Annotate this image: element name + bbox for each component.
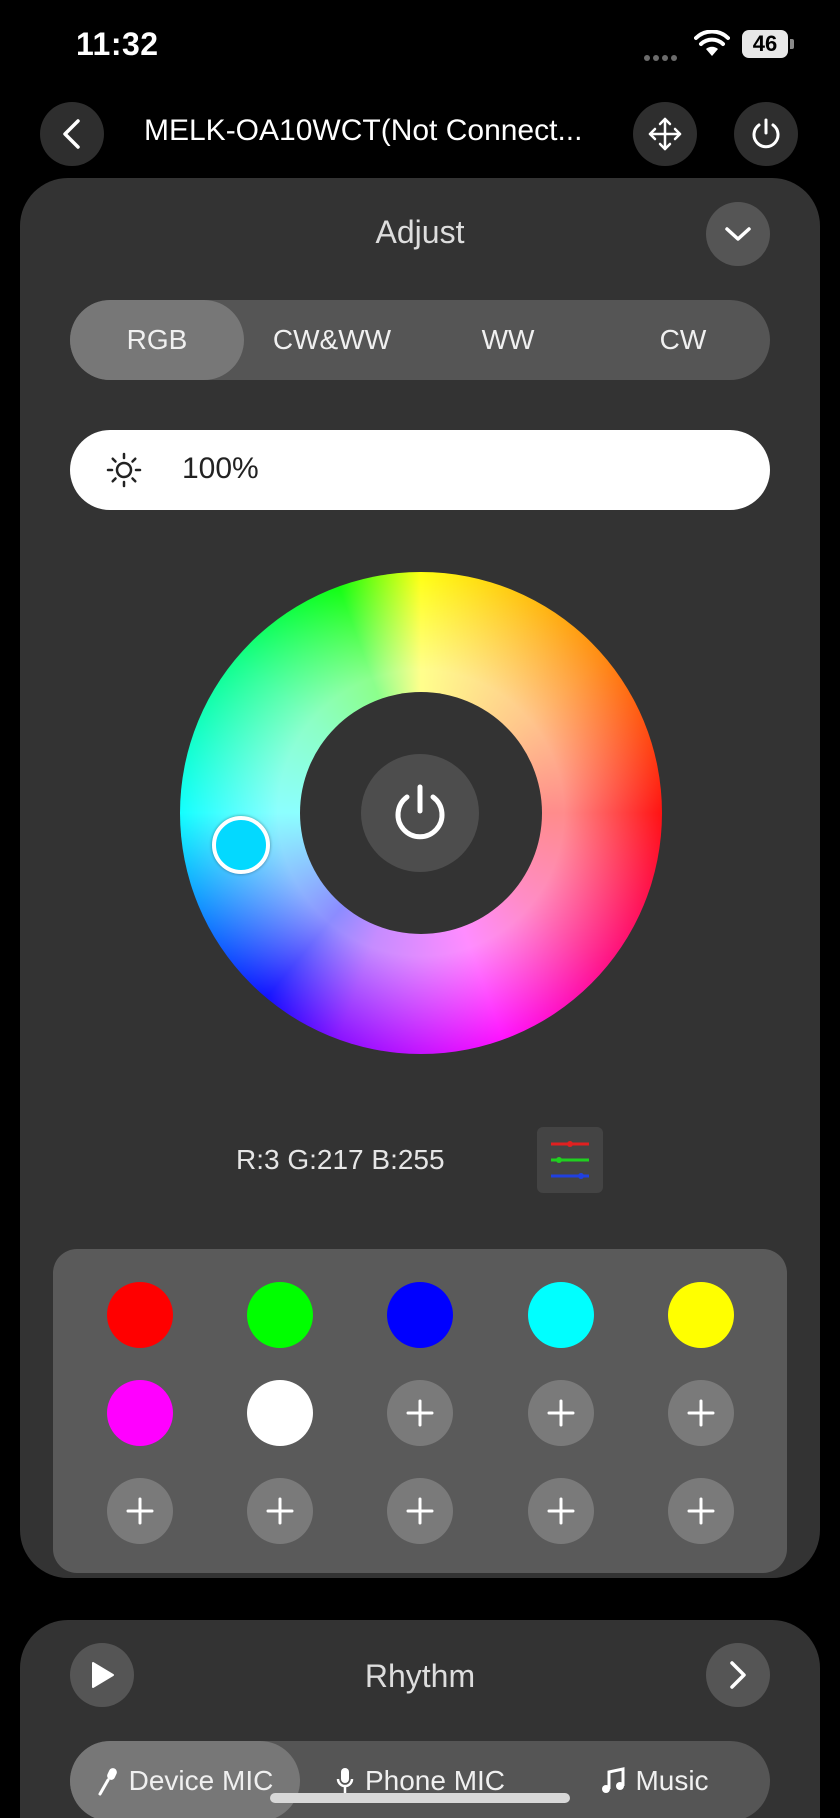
brightness-slider[interactable] bbox=[70, 430, 770, 510]
status-time: 11:32 bbox=[76, 26, 159, 62]
tab-cw-ww[interactable]: CW&WW bbox=[244, 300, 420, 380]
device-power-button[interactable] bbox=[734, 102, 798, 166]
plus-icon bbox=[687, 1497, 715, 1525]
microphone-icon bbox=[98, 1768, 117, 1796]
color-swatch[interactable] bbox=[528, 1282, 594, 1348]
plus-icon bbox=[406, 1399, 434, 1427]
plus-icon bbox=[266, 1497, 294, 1525]
plus-icon bbox=[547, 1399, 575, 1427]
add-color-button[interactable] bbox=[107, 1478, 173, 1544]
add-color-button[interactable] bbox=[247, 1478, 313, 1544]
rhythm-detail-button[interactable] bbox=[706, 1643, 770, 1707]
color-presets-panel bbox=[53, 1249, 787, 1573]
color-swatch[interactable] bbox=[668, 1282, 734, 1348]
add-color-button[interactable] bbox=[528, 1380, 594, 1446]
light-power-button[interactable] bbox=[361, 754, 479, 872]
color-swatch[interactable] bbox=[247, 1380, 313, 1446]
rhythm-source-tabs: Device MIC Phone MIC Music bbox=[70, 1741, 770, 1818]
color-swatch[interactable] bbox=[247, 1282, 313, 1348]
tab-music-label: Music bbox=[635, 1765, 709, 1796]
move-button[interactable] bbox=[633, 102, 697, 166]
rgb-readout: R:3 G:217 B:255 bbox=[236, 1144, 445, 1175]
add-color-button[interactable] bbox=[387, 1478, 453, 1544]
add-color-button[interactable] bbox=[387, 1380, 453, 1446]
adjust-title: Adjust bbox=[375, 214, 465, 250]
mic-icon bbox=[336, 1768, 354, 1793]
color-swatch[interactable] bbox=[107, 1380, 173, 1446]
home-indicator bbox=[270, 1793, 570, 1803]
rhythm-title: Rhythm bbox=[364, 1658, 476, 1694]
plus-icon bbox=[687, 1399, 715, 1427]
cellular-signal-icon bbox=[644, 48, 684, 61]
power-icon bbox=[395, 784, 445, 840]
back-button[interactable] bbox=[40, 102, 104, 166]
tab-music[interactable]: Music bbox=[540, 1741, 770, 1818]
sliders-icon bbox=[551, 1141, 589, 1179]
device-title: MELK-OA10WCT(Not Connect... bbox=[144, 114, 583, 147]
plus-icon bbox=[406, 1497, 434, 1525]
chevron-right-icon bbox=[730, 1661, 746, 1689]
color-picker-handle[interactable] bbox=[212, 816, 270, 874]
plus-icon bbox=[126, 1497, 154, 1525]
wifi-icon bbox=[694, 29, 730, 58]
battery-icon: 46 bbox=[742, 30, 794, 58]
battery-level: 46 bbox=[742, 30, 788, 58]
chevron-left-icon bbox=[63, 119, 80, 149]
tab-device-mic-label: Device MIC bbox=[128, 1765, 274, 1796]
color-swatch[interactable] bbox=[387, 1282, 453, 1348]
color-swatch[interactable] bbox=[107, 1282, 173, 1348]
plus-icon bbox=[547, 1497, 575, 1525]
tab-cw[interactable]: CW bbox=[596, 300, 770, 380]
tab-rgb[interactable]: RGB bbox=[70, 300, 244, 380]
add-color-button[interactable] bbox=[668, 1478, 734, 1544]
chevron-down-icon bbox=[725, 227, 751, 241]
mode-tabs: RGB CW&WW WW CW bbox=[70, 300, 770, 380]
power-icon bbox=[752, 118, 780, 149]
collapse-button[interactable] bbox=[706, 202, 770, 266]
move-arrows-icon bbox=[648, 117, 682, 151]
tab-ww[interactable]: WW bbox=[420, 300, 596, 380]
music-note-icon bbox=[602, 1767, 625, 1793]
tab-device-mic[interactable]: Device MIC bbox=[70, 1741, 300, 1818]
add-color-button[interactable] bbox=[668, 1380, 734, 1446]
sun-icon bbox=[106, 452, 142, 488]
tab-phone-mic[interactable]: Phone MIC bbox=[300, 1741, 540, 1818]
rgb-sliders-button[interactable] bbox=[537, 1127, 603, 1193]
brightness-value: 100% bbox=[182, 452, 259, 485]
add-color-button[interactable] bbox=[528, 1478, 594, 1544]
